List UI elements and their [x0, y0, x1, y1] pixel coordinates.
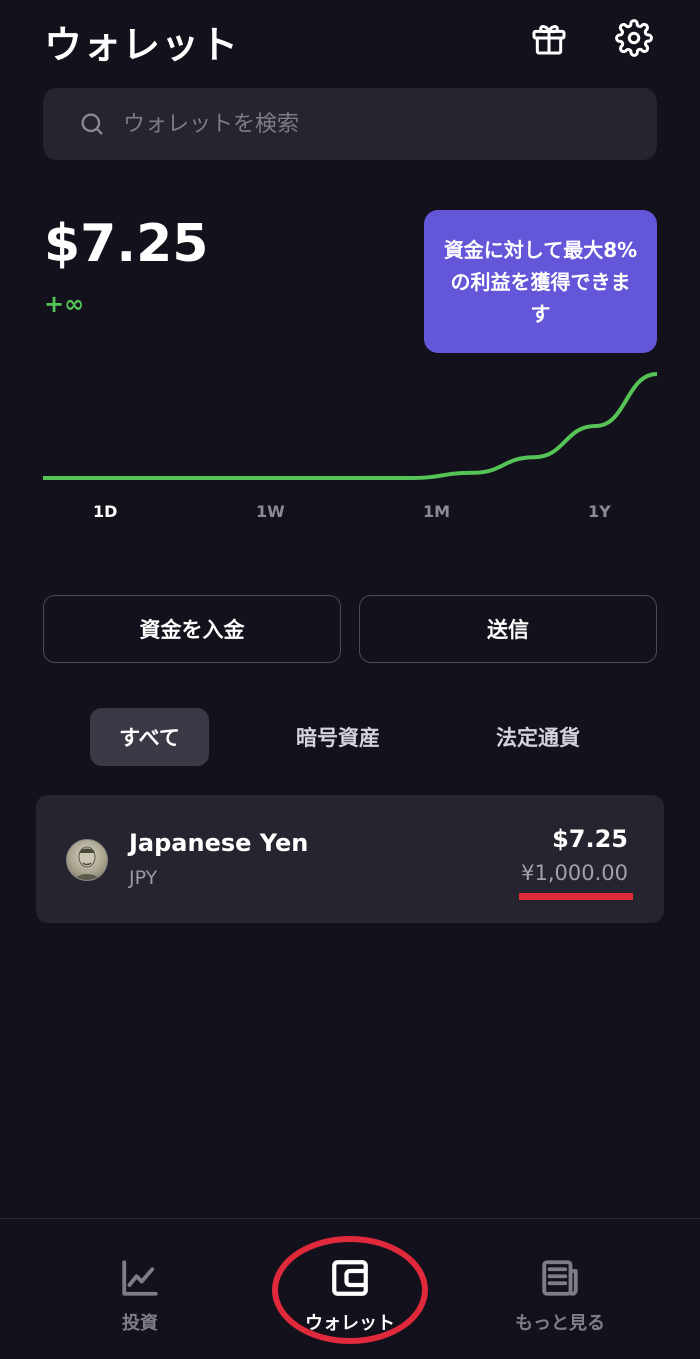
settings-button[interactable]: [610, 14, 658, 62]
asset-usd-value: $7.25: [552, 825, 628, 853]
nav-invest-label: 投資: [122, 1313, 158, 1334]
range-1y[interactable]: 1Y: [588, 502, 611, 521]
range-1w[interactable]: 1W: [256, 502, 285, 521]
search-bar[interactable]: [43, 88, 657, 160]
deposit-button[interactable]: 資金を入金: [43, 595, 341, 663]
red-underline-annotation: [519, 893, 633, 900]
nav-more-label: もっと見る: [515, 1313, 605, 1334]
balance-change: +∞: [44, 290, 85, 318]
total-balance: $7.25: [44, 214, 209, 274]
nav-more[interactable]: もっと見る: [490, 1257, 630, 1335]
gift-icon: [532, 24, 566, 55]
range-1m[interactable]: 1M: [423, 502, 450, 521]
chart-series-line: [43, 372, 657, 480]
promo-banner[interactable]: 資金に対して最大8%の利益を獲得できます: [424, 210, 657, 353]
red-circle-annotation: [272, 1236, 428, 1344]
range-1d[interactable]: 1D: [93, 502, 117, 521]
gear-icon: [615, 19, 653, 57]
balance-chart: [43, 372, 657, 480]
search-icon: [77, 109, 107, 139]
asset-local-value: ¥1,000.00: [521, 861, 628, 885]
filter-crypto[interactable]: 暗号資産: [268, 708, 408, 766]
page-title: ウォレット: [44, 23, 240, 67]
filter-fiat[interactable]: 法定通貨: [468, 708, 608, 766]
send-button[interactable]: 送信: [359, 595, 657, 663]
asset-name: Japanese Yen: [129, 829, 309, 857]
filter-all[interactable]: すべて: [90, 708, 209, 766]
search-input[interactable]: [121, 110, 605, 138]
asset-avatar: [66, 839, 108, 881]
asset-row-jpy[interactable]: Japanese Yen JPY $7.25 ¥1,000.00: [36, 795, 664, 923]
news-icon: [542, 1260, 578, 1296]
asset-code: JPY: [129, 867, 158, 889]
nav-invest[interactable]: 投資: [70, 1257, 210, 1335]
chart-icon: [122, 1260, 158, 1296]
gift-button[interactable]: [525, 14, 573, 62]
